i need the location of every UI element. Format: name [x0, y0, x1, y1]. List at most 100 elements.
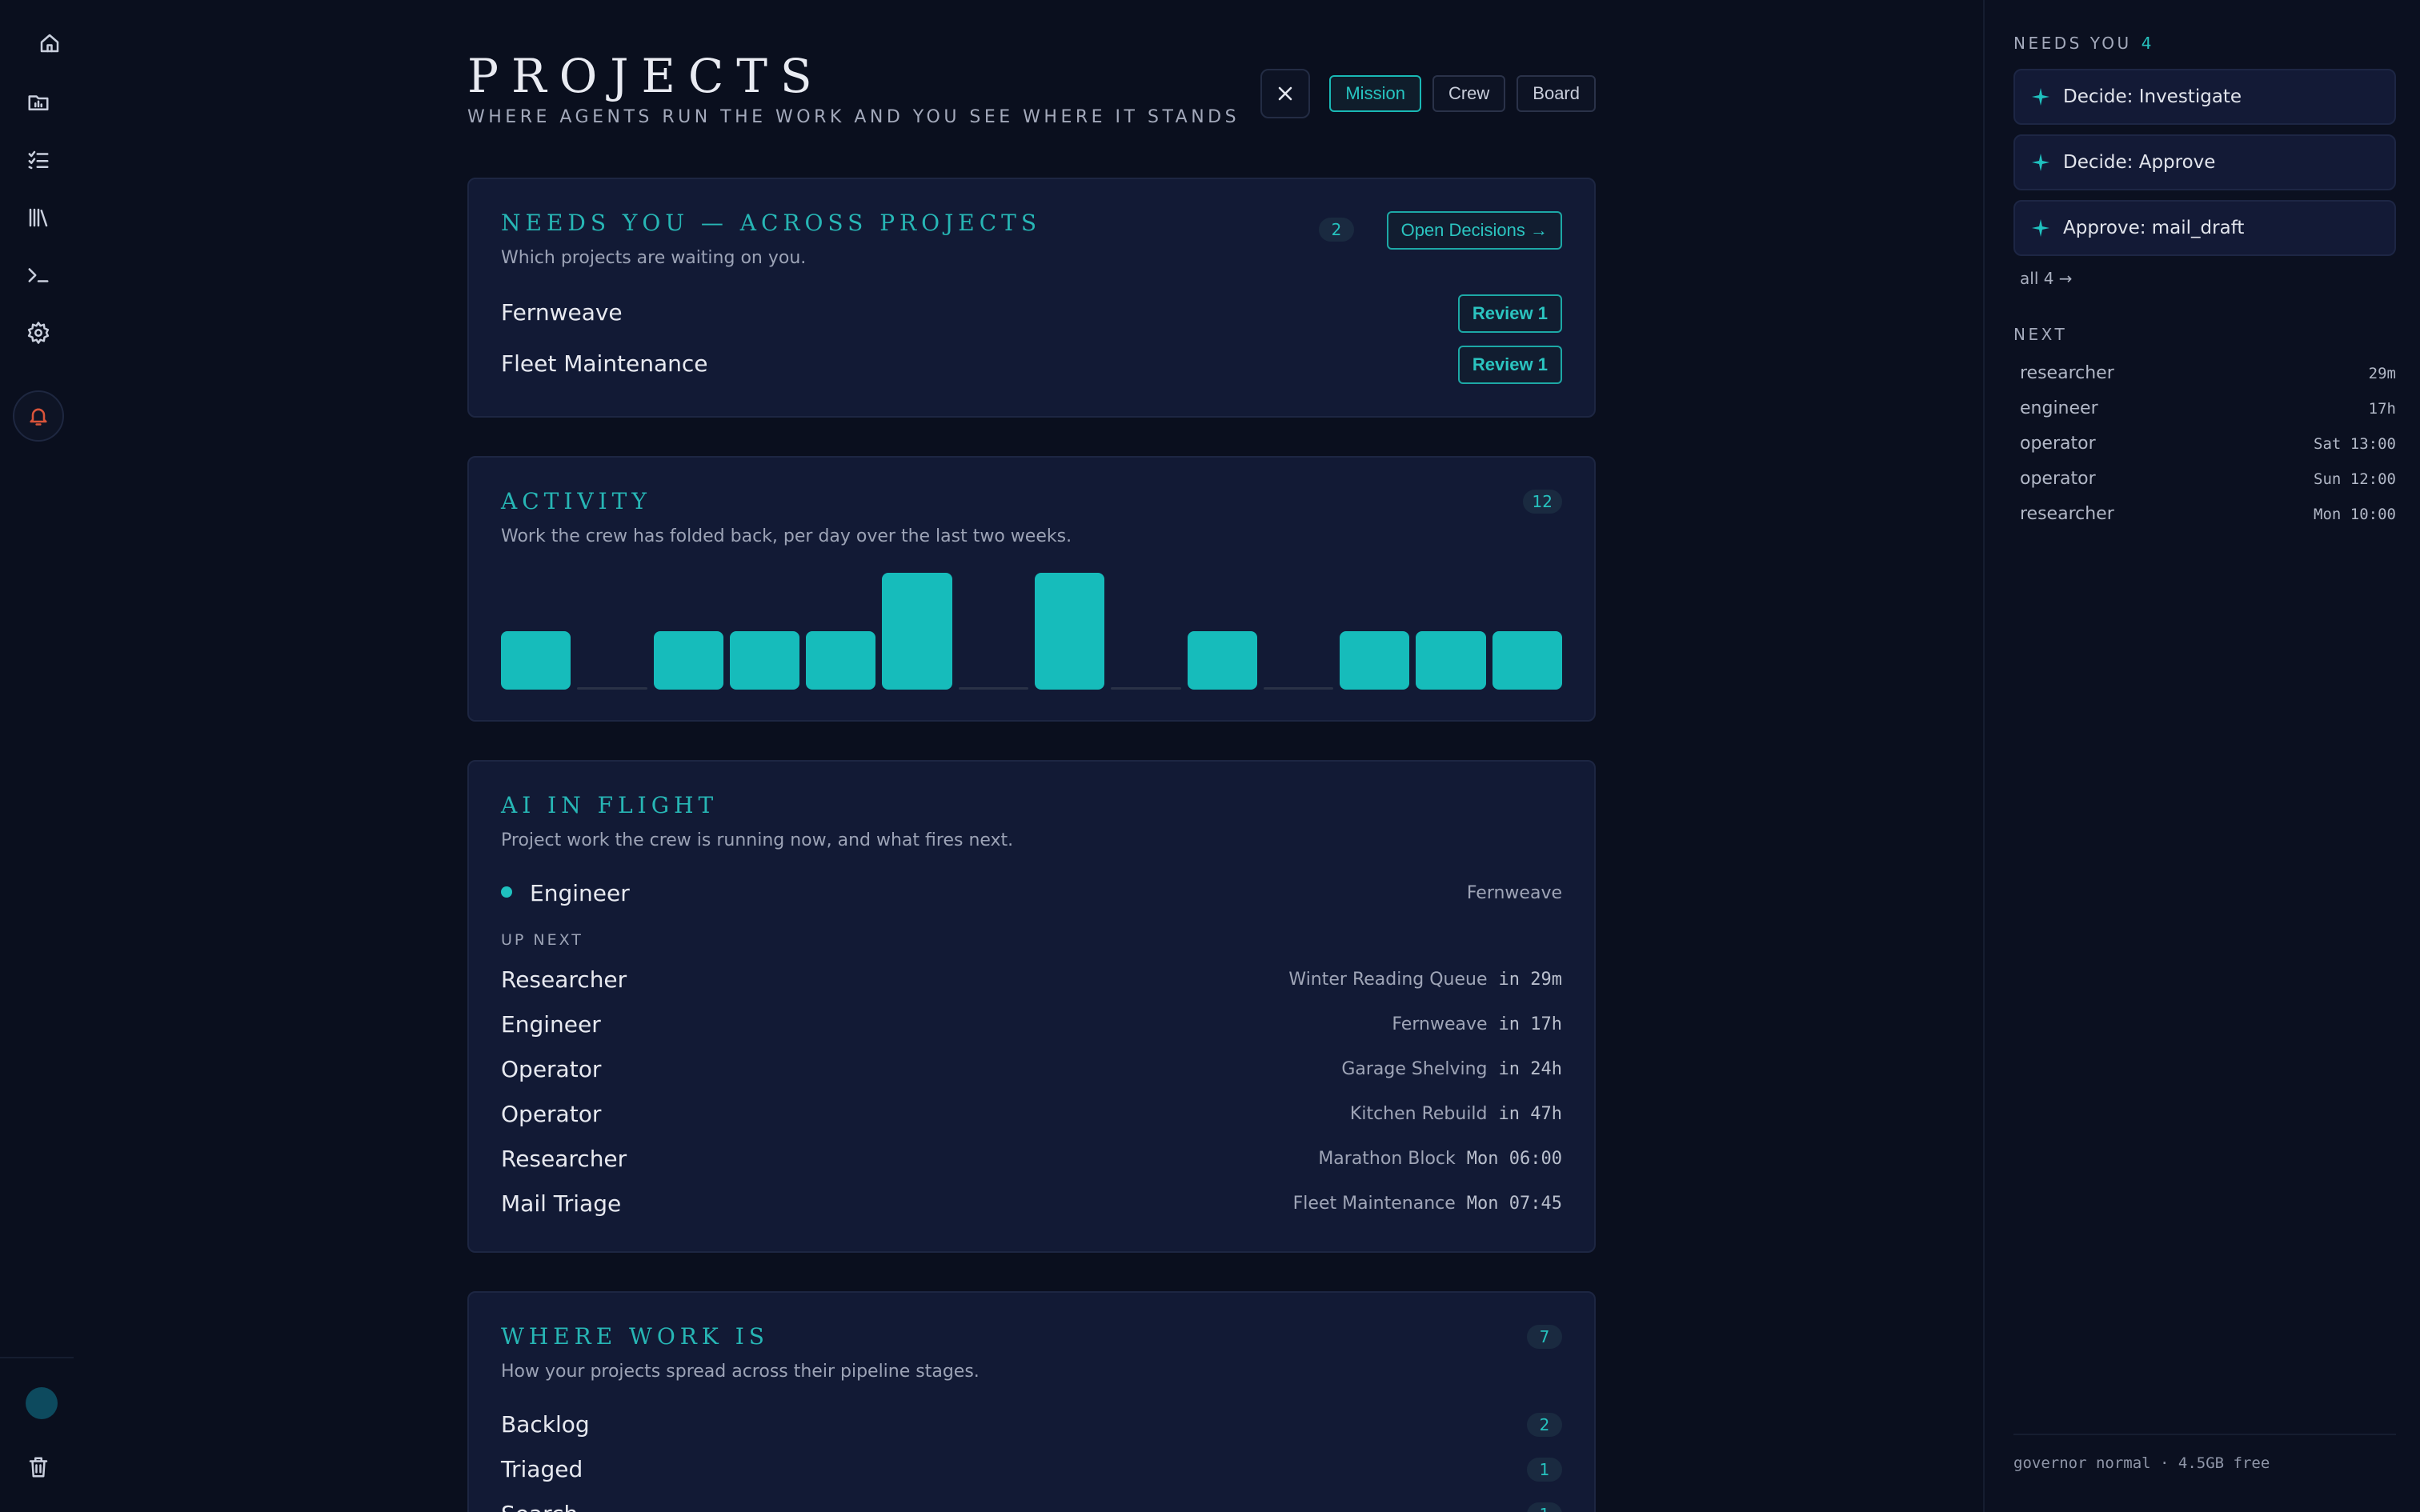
open-decisions-button[interactable]: Open Decisions →	[1386, 211, 1562, 250]
running-indicator	[501, 886, 512, 898]
needs-you-card: NEEDS YOU — ACROSS PROJECTS Which projec…	[467, 178, 1596, 418]
queued-project: Winter Reading Queue	[1288, 970, 1488, 990]
queued-time: in 47h	[1498, 1104, 1562, 1124]
queued-project: Marathon Block	[1318, 1149, 1456, 1169]
activity-bar	[1111, 687, 1181, 690]
next-item[interactable]: operator Sat 13:00	[2020, 434, 2396, 458]
trash-icon[interactable]	[21, 1450, 56, 1485]
queued-agent[interactable]: Operator	[501, 1101, 601, 1127]
card-subtitle: How your projects spread across their pi…	[501, 1362, 980, 1382]
view-board-button[interactable]: Board	[1517, 75, 1596, 112]
sparkle-icon	[2032, 88, 2049, 106]
activity-bar	[806, 631, 876, 690]
page-header: PROJECTS WHERE AGENTS RUN THE WORK AND Y…	[467, 48, 1596, 144]
activity-bar	[1263, 687, 1334, 690]
next-heading: NEXT	[2013, 325, 2068, 344]
queued-time: in 24h	[1498, 1059, 1562, 1079]
card-title: NEEDS YOU — ACROSS PROJECTS	[501, 210, 1042, 236]
folder-icon[interactable]	[21, 85, 56, 120]
queued-agent[interactable]: Operator	[501, 1056, 601, 1082]
activity-bar	[1187, 631, 1257, 690]
activity-bar	[1416, 631, 1486, 690]
decision-label: Approve: mail_draft	[2063, 218, 2245, 238]
close-button[interactable]	[1260, 69, 1311, 118]
queued-project: Fernweave	[1392, 1014, 1488, 1034]
card-title: WHERE WORK IS	[501, 1323, 769, 1350]
view-crew-button[interactable]: Crew	[1432, 75, 1506, 112]
footer-divider	[2013, 1434, 2396, 1435]
sparkle-icon	[2032, 219, 2049, 237]
decision-item[interactable]: Approve: mail_draft	[2013, 200, 2396, 256]
stage-name[interactable]: Search	[501, 1501, 578, 1512]
queued-project: Kitchen Rebuild	[1349, 1104, 1488, 1124]
queued-agent[interactable]: Mail Triage	[501, 1190, 621, 1217]
status-footer: governor normal · 4.5GB free	[2013, 1454, 2270, 1472]
terminal-icon[interactable]	[21, 258, 56, 293]
next-time: 29m	[2368, 365, 2396, 382]
next-agent: operator	[2020, 469, 2096, 489]
activity-bar	[653, 631, 723, 690]
bell-icon[interactable]	[13, 390, 64, 442]
queued-detail: Garage Shelving in 24h	[1341, 1059, 1562, 1079]
decision-label: Decide: Investigate	[2063, 86, 2242, 107]
decision-item[interactable]: Decide: Approve	[2013, 134, 2396, 190]
queued-agent[interactable]: Engineer	[501, 1011, 601, 1038]
review-button[interactable]: Review 1	[1457, 294, 1562, 333]
library-icon[interactable]	[21, 200, 56, 235]
right-panel: NEEDS YOU 4 Decide: Investigate Decide: A…	[1983, 0, 2420, 1512]
queued-detail: Winter Reading Queue in 29m	[1288, 970, 1562, 990]
needs-you-count: 4	[2141, 34, 2154, 53]
next-time: 17h	[2368, 400, 2396, 418]
ai-in-flight-card: AI IN FLIGHT Project work the crew is ru…	[467, 760, 1596, 1253]
count-badge: 12	[1522, 490, 1562, 514]
card-subtitle: Project work the crew is running now, an…	[501, 830, 1014, 850]
next-time: Sun 12:00	[2314, 470, 2396, 488]
running-agent[interactable]: Engineer	[530, 880, 630, 906]
count-badge: 2	[1319, 218, 1354, 242]
next-agent: researcher	[2020, 363, 2114, 383]
count-badge: 7	[1527, 1325, 1562, 1349]
stage-name[interactable]: Triaged	[501, 1456, 583, 1482]
activity-bar	[882, 573, 952, 690]
view-mission-button[interactable]: Mission	[1329, 75, 1421, 112]
card-subtitle: Which projects are waiting on you.	[501, 248, 807, 268]
sparkle-icon	[2032, 154, 2049, 171]
left-rail	[0, 0, 74, 1512]
next-item[interactable]: researcher Mon 10:00	[2020, 504, 2396, 528]
header-actions: Mission Crew Board	[1260, 69, 1596, 118]
project-name[interactable]: Fernweave	[501, 299, 623, 326]
close-icon	[1279, 86, 1292, 101]
next-item[interactable]: researcher 29m	[2020, 363, 2396, 387]
activity-chart	[501, 573, 1562, 690]
stage-count: 1	[1527, 1458, 1562, 1482]
project-name[interactable]: Fleet Maintenance	[501, 350, 708, 377]
queued-agent[interactable]: Researcher	[501, 966, 627, 993]
queued-time: in 29m	[1498, 970, 1562, 990]
next-item[interactable]: operator Sun 12:00	[2020, 469, 2396, 493]
next-time: Mon 10:00	[2314, 506, 2396, 523]
where-work-is-card: WHERE WORK IS How your projects spread a…	[467, 1291, 1596, 1512]
activity-bar	[577, 687, 647, 690]
decision-item[interactable]: Decide: Investigate	[2013, 69, 2396, 125]
activity-card: ACTIVITY Work the crew has folded back, …	[467, 456, 1596, 722]
checklist-icon[interactable]	[21, 142, 56, 178]
all-decisions-link[interactable]: all 4 →	[2020, 269, 2073, 288]
card-title: ACTIVITY	[501, 488, 651, 514]
activity-bar	[1035, 573, 1105, 690]
activity-bar	[501, 631, 571, 690]
next-item[interactable]: engineer 17h	[2020, 398, 2396, 422]
queued-detail: Fleet Maintenance Mon 07:45	[1293, 1194, 1562, 1214]
queued-time: Mon 06:00	[1466, 1149, 1562, 1169]
decision-label: Decide: Approve	[2063, 152, 2216, 173]
stage-name[interactable]: Backlog	[501, 1411, 590, 1438]
queued-project: Garage Shelving	[1341, 1059, 1488, 1079]
next-time: Sat 13:00	[2314, 435, 2396, 453]
home-icon[interactable]	[32, 26, 67, 61]
avatar[interactable]	[26, 1387, 58, 1419]
review-button[interactable]: Review 1	[1457, 346, 1562, 384]
card-subtitle: Work the crew has folded back, per day o…	[501, 526, 1072, 546]
queued-agent[interactable]: Researcher	[501, 1146, 627, 1172]
gear-icon[interactable]	[21, 315, 56, 350]
needs-you-label: NEEDS YOU	[2013, 34, 2132, 53]
queued-detail: Fernweave in 17h	[1392, 1014, 1562, 1034]
